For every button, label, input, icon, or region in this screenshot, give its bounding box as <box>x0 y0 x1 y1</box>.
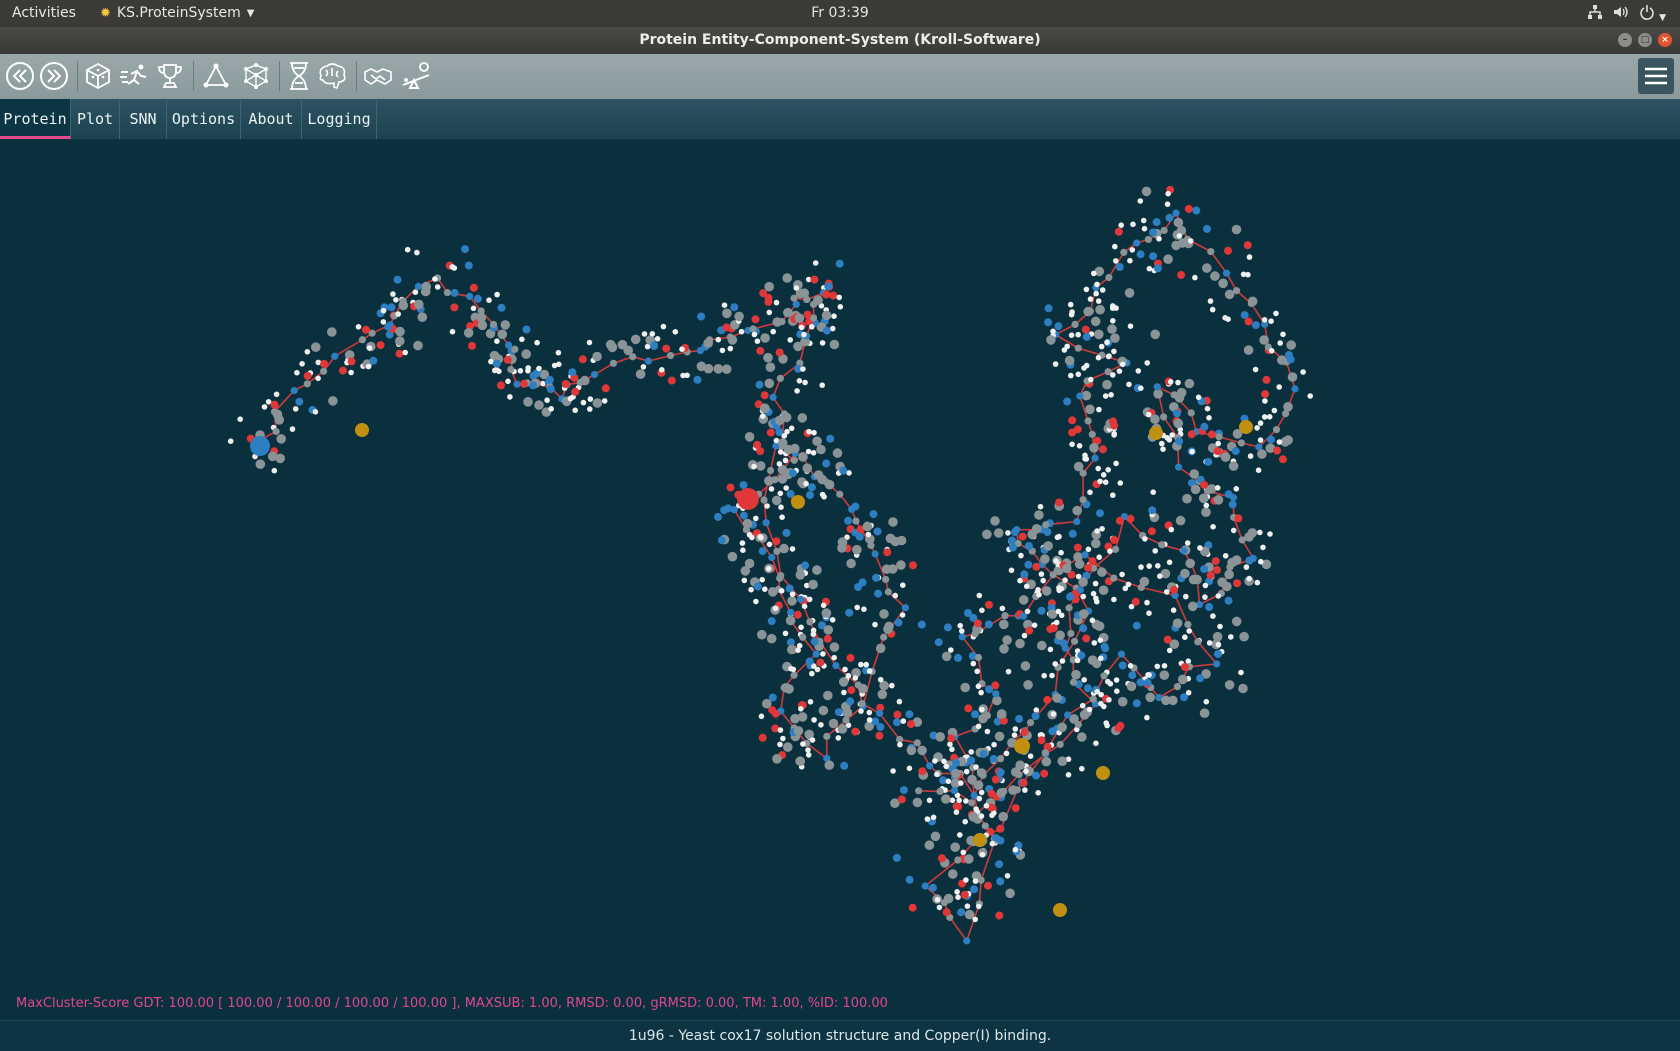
window-title-bar[interactable]: Protein Entity-Component-System (Kroll-S… <box>0 27 1680 54</box>
clock[interactable]: Fr 03:39 <box>811 5 869 21</box>
maximize-button[interactable]: □ <box>1638 33 1652 47</box>
tab-options[interactable]: Options <box>167 99 241 139</box>
tab-logging[interactable]: Logging <box>302 99 377 139</box>
molecule-network-icon[interactable] <box>240 60 272 92</box>
minimize-button[interactable]: – <box>1618 33 1632 47</box>
chevron-down-icon: ▼ <box>246 7 255 19</box>
chevron-down-icon: ▼ <box>1659 13 1666 23</box>
maxcluster-score-line: MaxCluster-Score GDT: 100.00 [ 100.00 / … <box>16 996 888 1011</box>
toolbar-separator <box>279 61 280 91</box>
tab-plot[interactable]: Plot <box>71 99 120 139</box>
handshake-icon[interactable] <box>363 60 395 92</box>
atoms <box>227 185 1313 945</box>
app-menu-label: KS.ProteinSystem <box>116 5 241 21</box>
molecule-render[interactable] <box>0 140 1680 1020</box>
network-icon[interactable] <box>1587 4 1603 24</box>
tab-protein[interactable]: Protein <box>0 99 71 139</box>
window-title: Protein Entity-Component-System (Kroll-S… <box>639 32 1041 48</box>
tab-snn[interactable]: SNN <box>120 99 167 139</box>
status-text: 1u96 - Yeast cox17 solution structure an… <box>628 1028 1052 1044</box>
back-icon[interactable] <box>4 60 36 92</box>
main-toolbar <box>0 54 1680 99</box>
cube-dice-icon[interactable] <box>82 60 114 92</box>
forward-icon[interactable] <box>38 60 70 92</box>
seesaw-icon[interactable] <box>400 60 432 92</box>
power-icon[interactable]: ▼ <box>1639 4 1666 24</box>
system-top-bar: Activities ✹ KS.ProteinSystem ▼ Fr 03:39… <box>0 0 1680 27</box>
activities-button[interactable]: Activities <box>12 5 76 21</box>
brain-icon[interactable] <box>316 60 348 92</box>
toolbar-separator <box>77 61 78 91</box>
status-bar: 1u96 - Yeast cox17 solution structure an… <box>0 1020 1680 1051</box>
hourglass-dna-icon[interactable] <box>283 60 315 92</box>
triangle-graph-icon[interactable] <box>200 60 232 92</box>
volume-icon[interactable] <box>1613 4 1629 24</box>
hamburger-menu-icon[interactable] <box>1638 58 1674 94</box>
tab-bar: Protein Plot SNN Options About Logging <box>0 99 1680 140</box>
protein-3d-viewer[interactable] <box>0 140 1680 1020</box>
toolbar-separator <box>356 61 357 91</box>
tab-about[interactable]: About <box>241 99 302 139</box>
runner-icon[interactable] <box>118 60 150 92</box>
app-sun-icon: ✹ <box>100 5 111 21</box>
trophy-icon[interactable] <box>154 60 186 92</box>
system-tray[interactable]: ▼ <box>1587 4 1666 24</box>
toolbar-separator <box>193 61 194 91</box>
app-menu-button[interactable]: ✹ KS.ProteinSystem ▼ <box>100 5 254 21</box>
close-button[interactable]: × <box>1658 33 1672 47</box>
